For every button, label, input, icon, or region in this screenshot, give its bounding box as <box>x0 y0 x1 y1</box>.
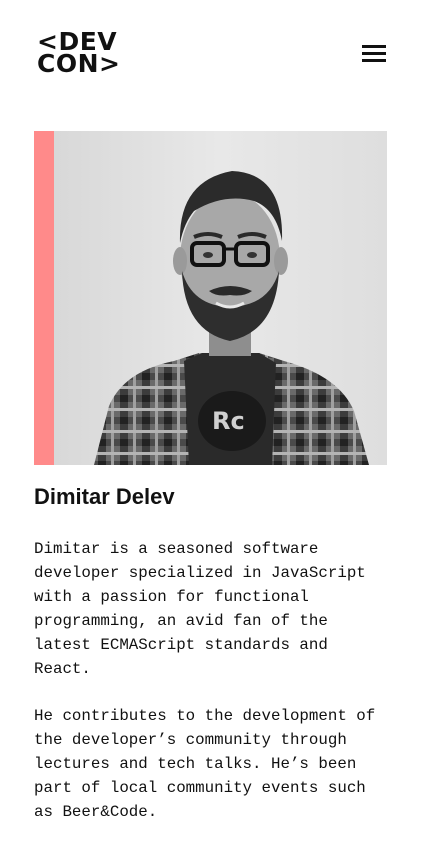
logo-line-2: CON> <box>37 49 121 78</box>
menu-bar-top <box>362 45 386 48</box>
site-header: <DEV CON> <box>0 0 421 110</box>
menu-bar-middle <box>362 52 386 55</box>
svg-text:Rc: Rc <box>212 407 245 435</box>
speaker-photo: Rc <box>54 131 387 465</box>
hamburger-menu-icon[interactable] <box>362 43 386 63</box>
bio-paragraph: He contributes to the development of the… <box>34 707 376 821</box>
speaker-bio: Dimitar is a seasoned software developer… <box>34 537 394 847</box>
bio-paragraph: Dimitar is a seasoned software developer… <box>34 540 366 678</box>
speaker-photo-card: Rc <box>34 131 387 465</box>
menu-bar-bottom <box>362 59 386 62</box>
accent-bar <box>34 131 54 465</box>
speaker-name: Dimitar Delev <box>34 484 175 509</box>
devcon-logo[interactable]: <DEV CON> <box>37 29 121 79</box>
speaker-portrait-image: Rc <box>54 131 387 465</box>
